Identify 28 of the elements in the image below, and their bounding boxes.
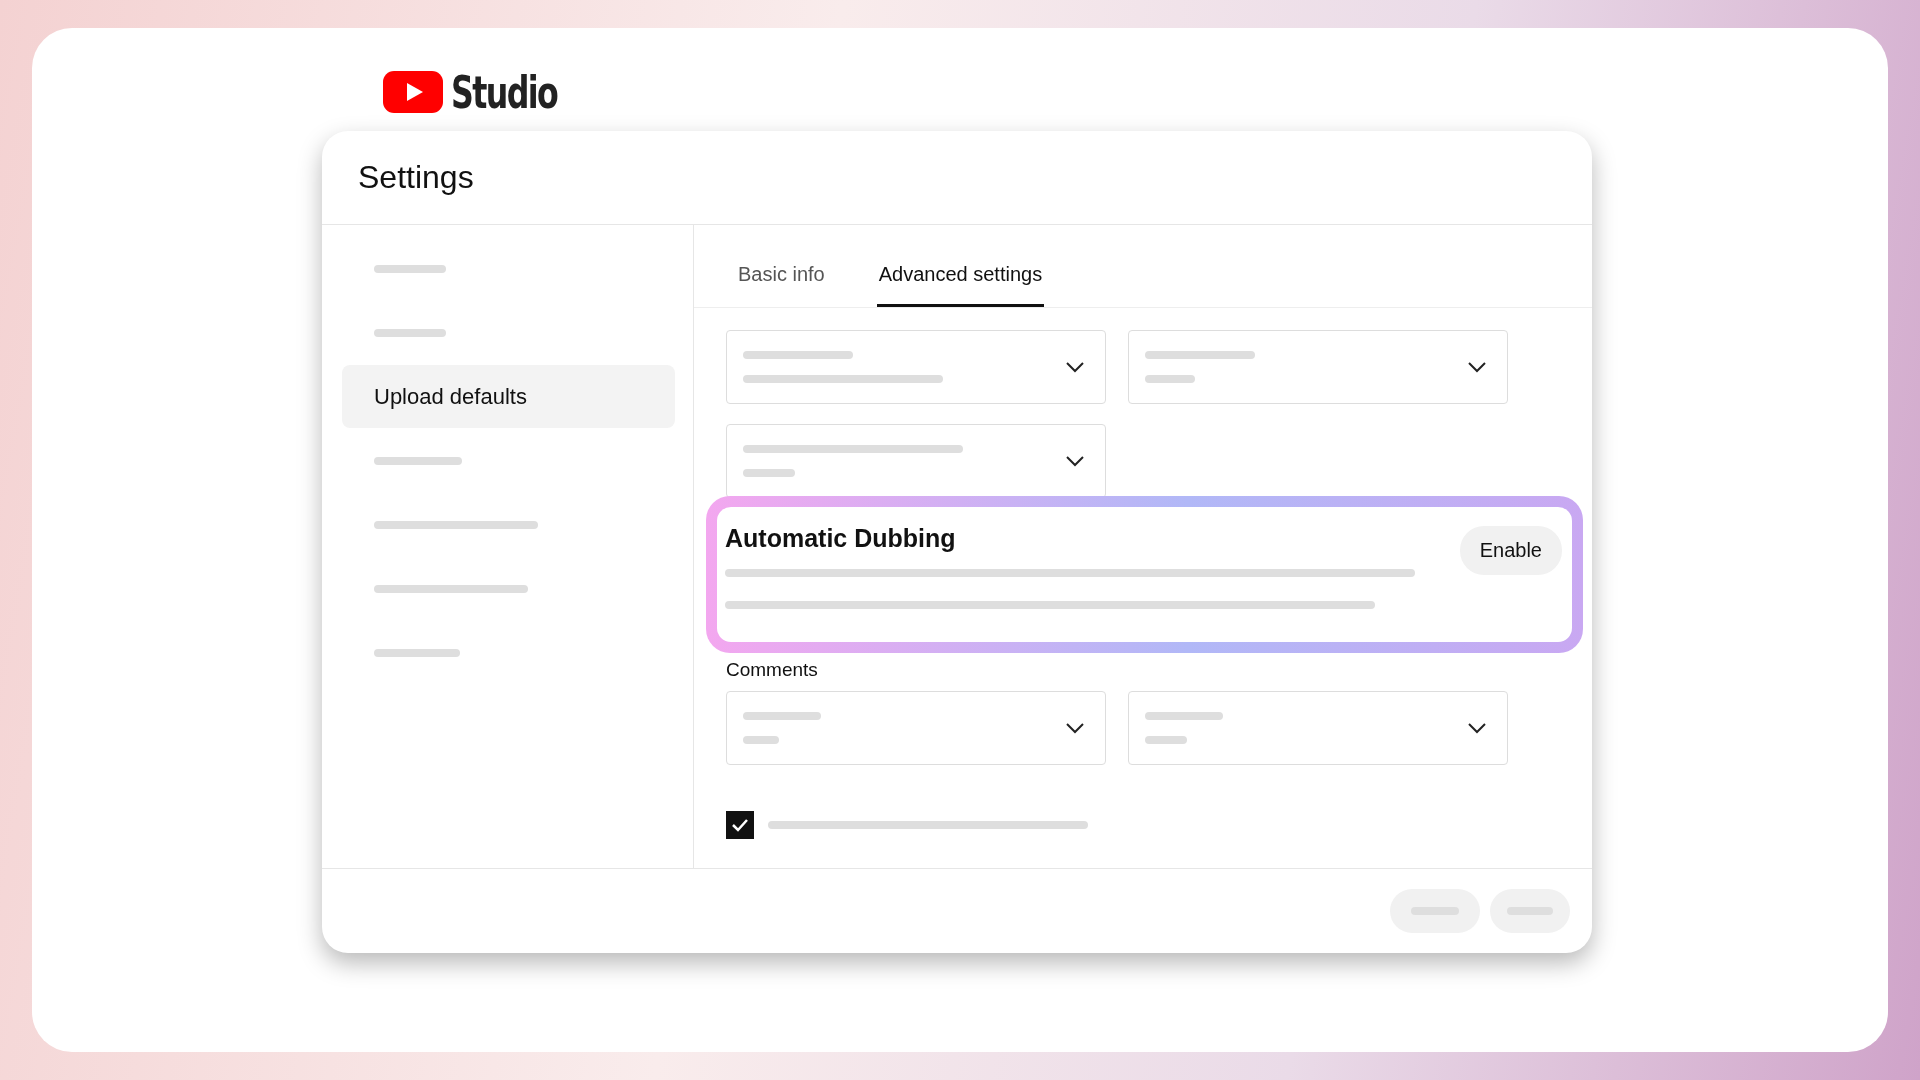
placeholder-bar (743, 469, 795, 477)
chevron-down-icon (1065, 361, 1085, 373)
placeholder-button[interactable] (1490, 889, 1570, 933)
chevron-down-icon (1065, 722, 1085, 734)
section-label: Comments (726, 659, 819, 681)
tab[interactable]: Basic info (736, 263, 827, 307)
chevron-down-icon (1467, 722, 1487, 734)
dropdown[interactable] (1128, 691, 1508, 765)
enable-button[interactable]: Enable (1459, 526, 1562, 575)
placeholder-bar (1145, 736, 1187, 744)
logo-text: Studio (451, 66, 558, 118)
dropdown[interactable] (726, 330, 1106, 404)
placeholder-bar (374, 264, 446, 273)
chevron-down-icon (1467, 361, 1487, 373)
placeholder-bar (1145, 375, 1195, 383)
placeholder-bar (374, 328, 446, 337)
dropdown[interactable] (726, 424, 1106, 498)
dialog-title: Settings (358, 159, 474, 196)
tab[interactable]: Advanced settings (876, 263, 1045, 307)
dropdown[interactable] (726, 691, 1106, 765)
chevron-down-icon (1065, 455, 1085, 467)
feature-title: Automatic Dubbing (725, 524, 956, 553)
placeholder-bar (743, 736, 779, 744)
play-logo-icon (383, 71, 443, 113)
placeholder-button[interactable] (1390, 889, 1480, 933)
checkbox[interactable] (726, 811, 754, 839)
sidebar-item[interactable]: Upload defaults (342, 365, 675, 428)
dropdown[interactable] (1128, 330, 1508, 404)
